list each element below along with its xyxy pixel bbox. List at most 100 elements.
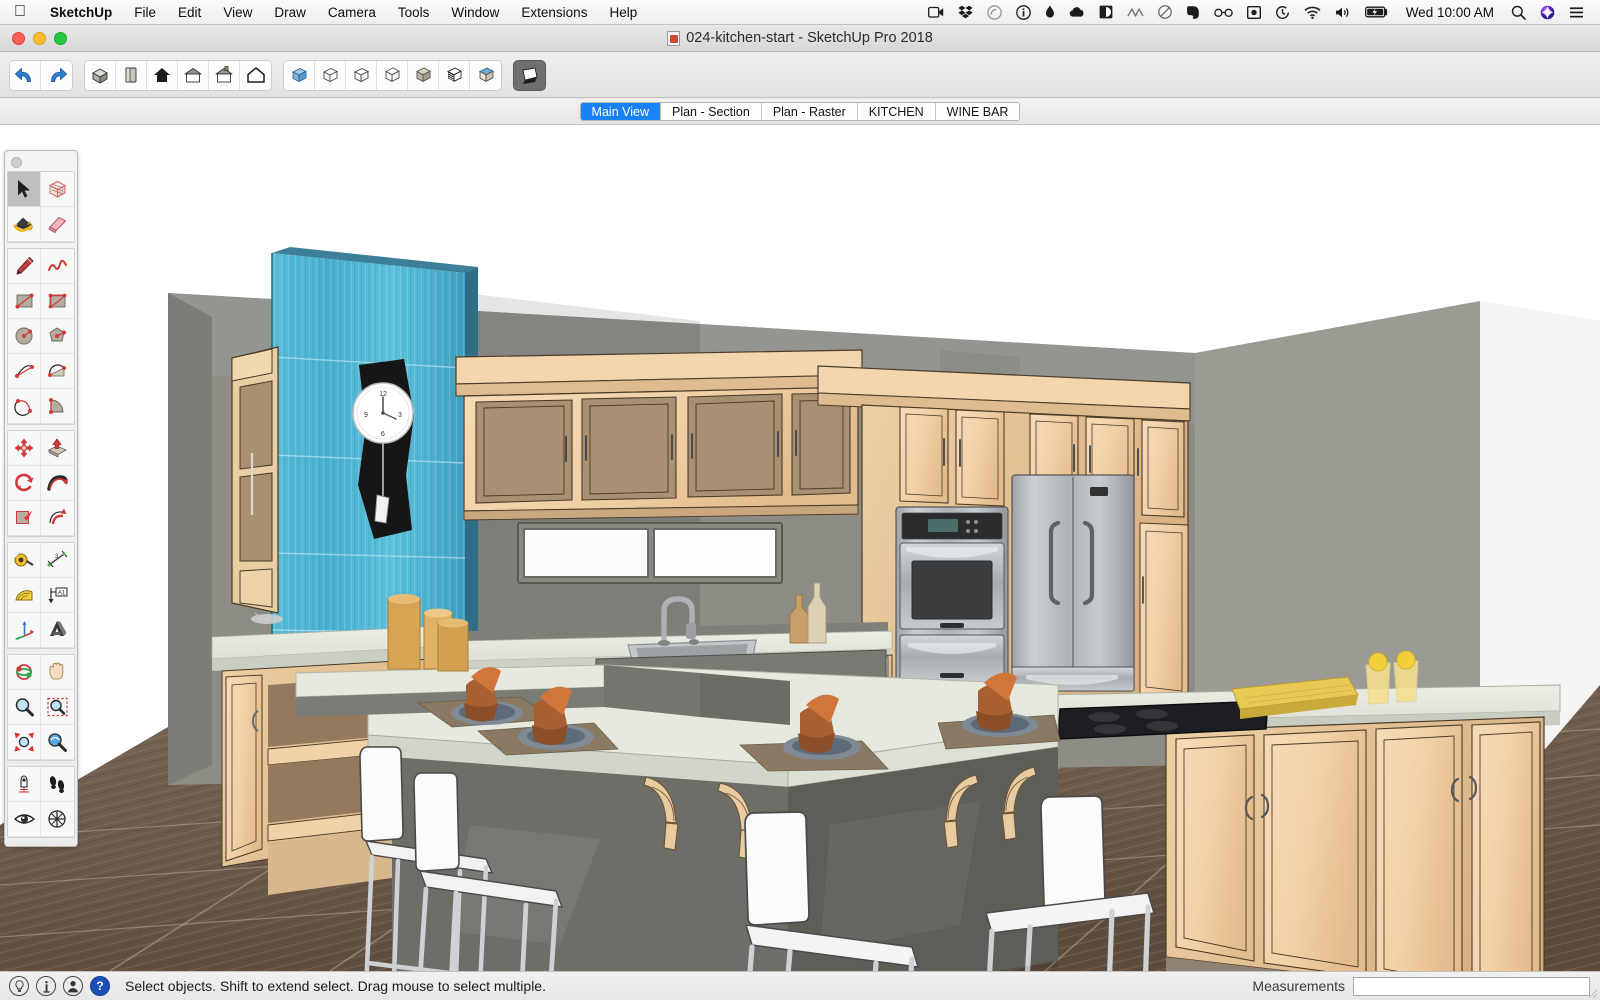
zoom-window-icon[interactable] (41, 690, 74, 725)
undo-icon[interactable] (10, 60, 41, 90)
notification-center-icon[interactable] (1562, 0, 1591, 25)
contrast-icon[interactable] (1092, 0, 1120, 25)
palette-drag-handle[interactable] (5, 153, 77, 171)
paint-bucket-icon[interactable] (8, 207, 41, 242)
back-edges-style-icon[interactable] (470, 60, 501, 90)
battery-charging-icon[interactable] (1358, 0, 1396, 25)
help-question-icon[interactable]: ? (90, 976, 110, 996)
top-view-icon[interactable] (116, 60, 147, 90)
walk-footsteps-icon[interactable] (41, 767, 74, 802)
scene-tab-plan-raster[interactable]: Plan - Raster (761, 103, 858, 120)
menu-item-window[interactable]: Window (440, 0, 510, 25)
iso-view-icon[interactable] (85, 60, 116, 90)
left-view-icon[interactable] (240, 60, 271, 90)
menu-item-draw[interactable]: Draw (263, 0, 317, 25)
arc-icon[interactable] (8, 354, 41, 389)
menu-item-tools[interactable]: Tools (387, 0, 441, 25)
redo-icon[interactable] (41, 60, 72, 90)
zoom-button[interactable] (54, 32, 67, 45)
info-icon[interactable] (36, 976, 56, 996)
axes-icon[interactable] (8, 613, 41, 648)
monochrome-style-icon[interactable] (439, 60, 470, 90)
account-icon[interactable] (63, 976, 83, 996)
protractor-icon[interactable] (8, 578, 41, 613)
menu-item-extensions[interactable]: Extensions (510, 0, 598, 25)
dimension-icon[interactable]: 3 (41, 543, 74, 578)
three-d-text-icon[interactable] (41, 613, 74, 648)
two-point-arc-icon[interactable] (41, 354, 74, 389)
rotated-rectangle-icon[interactable] (41, 284, 74, 319)
push-pull-icon[interactable] (41, 431, 74, 466)
info-circle-icon[interactable] (1009, 0, 1038, 25)
tape-measure-icon[interactable] (8, 543, 41, 578)
polygon-icon[interactable] (41, 319, 74, 354)
creative-cloud-icon[interactable] (980, 0, 1009, 25)
text-label-icon[interactable]: A1 (41, 578, 74, 613)
offset-icon[interactable] (41, 501, 74, 536)
pan-hand-icon[interactable] (41, 655, 74, 690)
xray-style-icon[interactable] (284, 60, 315, 90)
follow-me-icon[interactable] (41, 466, 74, 501)
menu-item-file[interactable]: File (123, 0, 167, 25)
back-view-icon[interactable] (209, 60, 240, 90)
glasses-icon[interactable] (1207, 0, 1240, 25)
front-view-icon[interactable] (147, 60, 178, 90)
menu-item-edit[interactable]: Edit (167, 0, 212, 25)
position-camera-icon[interactable] (8, 767, 41, 802)
scale-icon[interactable] (8, 501, 41, 536)
three-point-arc-icon[interactable] (8, 389, 41, 424)
wifi-icon[interactable] (1297, 0, 1328, 25)
rotate-icon[interactable] (8, 466, 41, 501)
scene-tab-kitchen[interactable]: KITCHEN (857, 103, 936, 120)
shaded-texture-style-icon[interactable] (408, 60, 439, 90)
line-pencil-icon[interactable] (8, 249, 41, 284)
measurements-input[interactable] (1353, 976, 1590, 996)
scene-tab-plan-section[interactable]: Plan - Section (660, 103, 762, 120)
select-arrow-icon[interactable] (8, 172, 41, 207)
search-icon[interactable] (1504, 0, 1533, 25)
display-icon[interactable] (1240, 0, 1268, 25)
zoom-icon[interactable] (8, 690, 41, 725)
menu-item-help[interactable]: Help (598, 0, 648, 25)
scene-tab-wine-bar[interactable]: WINE BAR (935, 103, 1020, 120)
menu-item-view[interactable]: View (212, 0, 263, 25)
time-machine-icon[interactable] (1268, 0, 1297, 25)
flame-icon[interactable] (1038, 0, 1062, 25)
evernote-elephant-icon[interactable] (1179, 0, 1207, 25)
move-icon[interactable] (8, 431, 41, 466)
minimize-button[interactable] (33, 32, 46, 45)
look-around-eye-icon[interactable] (8, 802, 41, 837)
dropbox-icon[interactable] (951, 0, 980, 25)
model-viewport[interactable]: 12 3 6 9 (0, 125, 1600, 971)
section-plane-tool-icon[interactable] (41, 802, 74, 837)
volume-icon[interactable] (1328, 0, 1358, 25)
freehand-icon[interactable] (41, 249, 74, 284)
wireframe-style-icon[interactable] (315, 60, 346, 90)
hidden-line-style-icon[interactable] (346, 60, 377, 90)
section-plane-icon[interactable] (513, 59, 546, 91)
scene-tab-main-view[interactable]: Main View (580, 103, 661, 120)
zoom-extents-icon[interactable] (8, 725, 41, 760)
link-icon[interactable] (1120, 0, 1151, 25)
rectangle-icon[interactable] (8, 284, 41, 319)
orbit-icon[interactable] (8, 655, 41, 690)
tips-bulb-icon[interactable] (9, 976, 29, 996)
cloud-icon[interactable] (1062, 0, 1092, 25)
menu-item-camera[interactable]: Camera (317, 0, 387, 25)
siri-icon[interactable] (1533, 0, 1562, 25)
resize-grip-icon[interactable] (1586, 987, 1598, 999)
palette-collapse-dot[interactable] (11, 156, 22, 168)
right-view-icon[interactable] (178, 60, 209, 90)
previous-view-icon[interactable] (41, 725, 74, 760)
circle-icon[interactable] (8, 319, 41, 354)
apple-logo-icon[interactable]:  (0, 4, 39, 20)
menu-bar-clock[interactable]: Wed 10:00 AM (1396, 5, 1504, 20)
pie-icon[interactable] (41, 389, 74, 424)
menu-item-sketchup[interactable]: SketchUp (39, 0, 123, 25)
shaded-style-icon[interactable] (377, 60, 408, 90)
make-component-icon[interactable] (41, 172, 74, 207)
eraser-icon[interactable] (41, 207, 74, 242)
close-button[interactable] (12, 32, 25, 45)
moon-icon[interactable] (1151, 0, 1179, 25)
screen-recording-icon[interactable] (921, 0, 951, 25)
